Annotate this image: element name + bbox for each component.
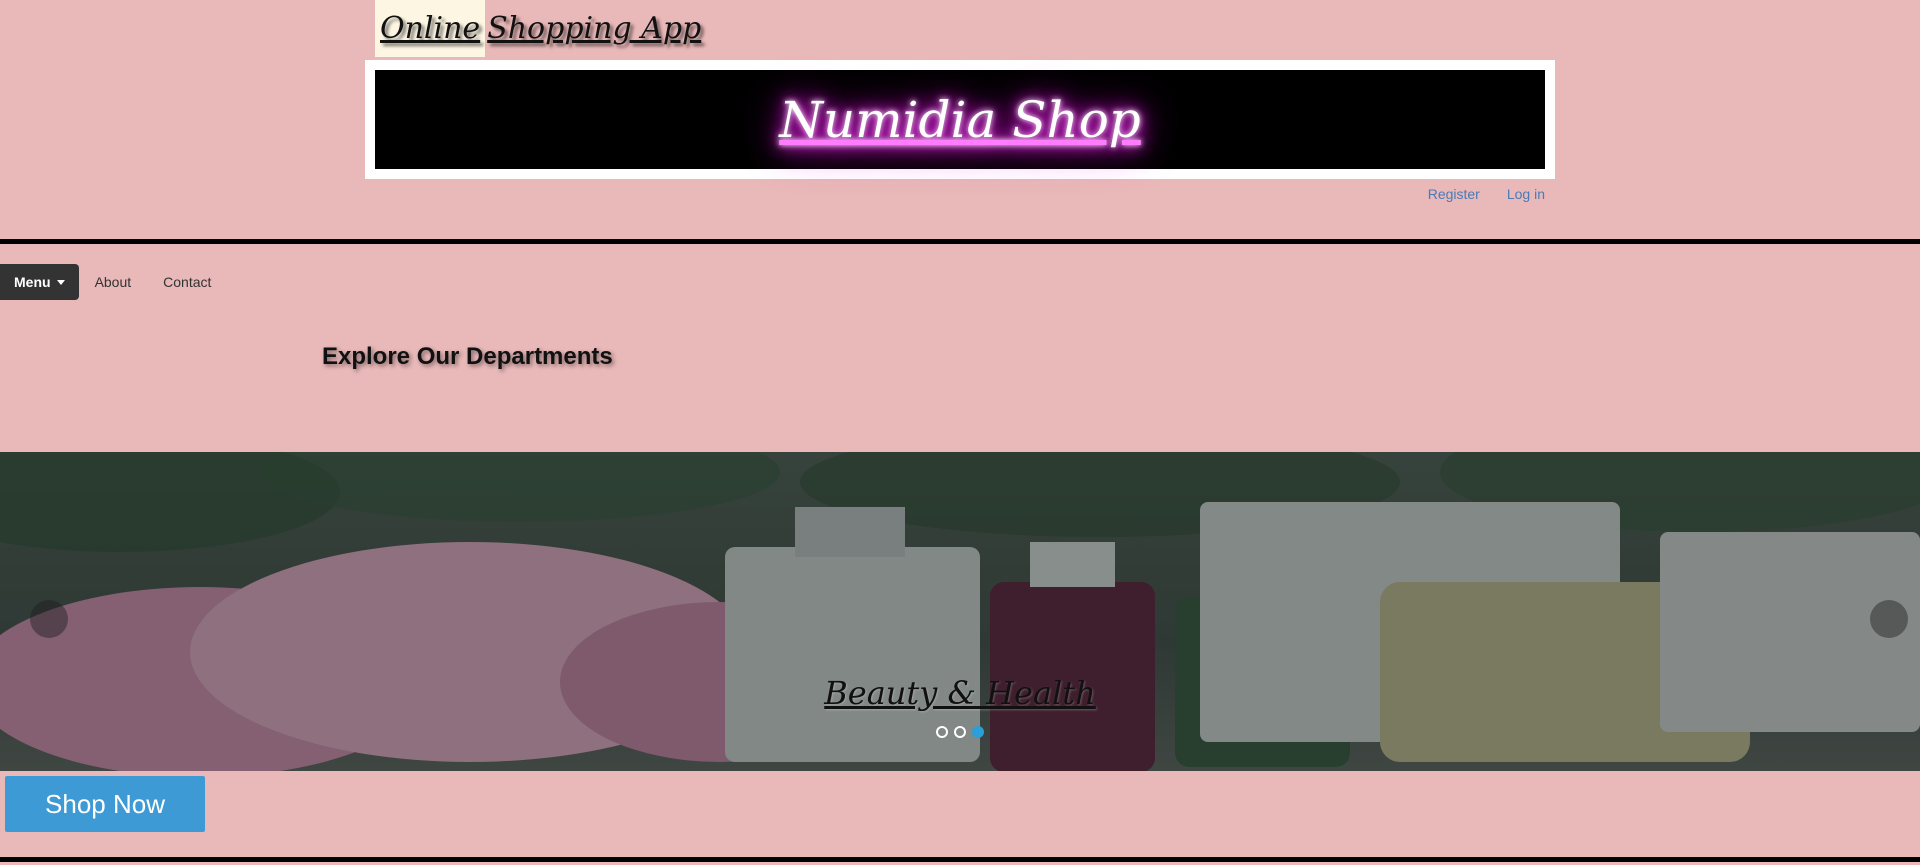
menu-dropdown-button[interactable]: Menu (0, 264, 79, 300)
shop-name-neon: Numidia Shop (779, 90, 1141, 149)
caret-down-icon (56, 279, 65, 285)
carousel-prev-button[interactable] (30, 600, 68, 638)
shop-banner: Numidia Shop (375, 70, 1545, 169)
nav-contact-link[interactable]: Contact (147, 274, 227, 290)
banner-frame: Numidia Shop (365, 60, 1555, 179)
carousel-next-button[interactable] (1870, 600, 1908, 638)
app-title-rest: Shopping App (487, 11, 702, 46)
app-title-first-word: Online (375, 0, 486, 57)
register-link[interactable]: Register (1428, 186, 1480, 202)
department-carousel[interactable]: Beauty & Health (0, 452, 1920, 771)
carousel-indicator[interactable] (954, 726, 966, 738)
auth-links: Register Log in (1428, 186, 1545, 202)
carousel-indicators (0, 726, 1920, 738)
carousel-caption: Beauty & Health (824, 674, 1096, 712)
departments-heading: Explore Our Departments (322, 343, 613, 370)
navbar: Menu About Contact (0, 264, 227, 300)
app-title: Online Shopping App (375, 0, 701, 57)
footer-divider (0, 857, 1920, 862)
carousel-overlay (0, 452, 1920, 771)
nav-about-link[interactable]: About (79, 274, 148, 290)
shop-now-button[interactable]: Shop Now (5, 776, 205, 832)
header-divider (0, 239, 1920, 244)
carousel-indicator[interactable] (936, 726, 948, 738)
menu-label: Menu (14, 274, 51, 290)
login-link[interactable]: Log in (1507, 186, 1545, 202)
carousel-indicator-active[interactable] (972, 726, 984, 738)
